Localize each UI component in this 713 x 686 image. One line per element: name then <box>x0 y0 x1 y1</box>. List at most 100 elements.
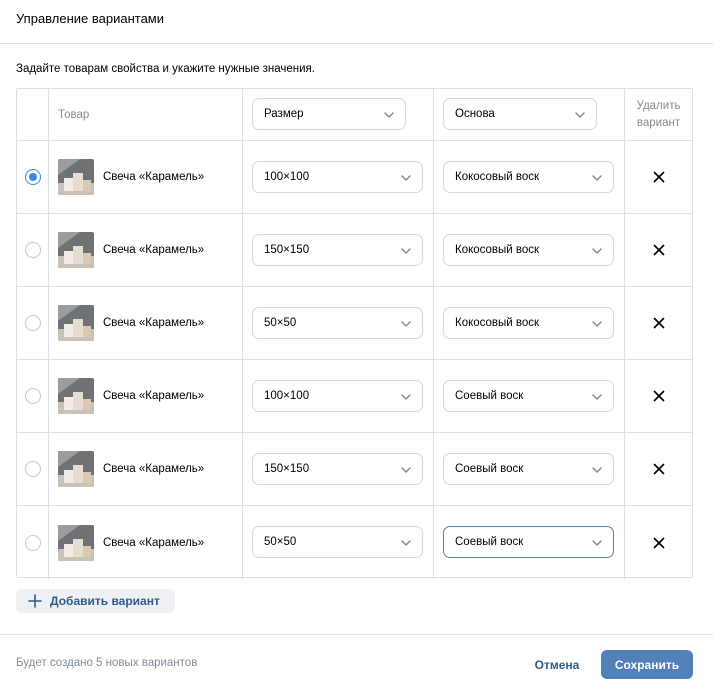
base-select[interactable]: Кокосовый воск <box>443 234 614 266</box>
header-delete-label: Удалить вариант <box>636 99 681 129</box>
row-product-cell: Свеча «Карамель» <box>49 214 243 287</box>
base-property-select[interactable]: Основа <box>443 98 597 130</box>
size-select[interactable]: 150×150 <box>252 234 423 266</box>
row-product-cell: Свеча «Карамель» <box>49 287 243 360</box>
row-delete-cell <box>625 360 692 433</box>
row-size-cell: 150×150 <box>243 433 434 506</box>
row-size-cell: 50×50 <box>243 506 434 579</box>
delete-variant-button[interactable] <box>625 317 692 329</box>
delete-variant-button[interactable] <box>625 390 692 402</box>
row-radio[interactable] <box>25 461 41 477</box>
chevron-down-icon <box>592 175 602 181</box>
row-delete-cell <box>625 287 692 360</box>
close-icon <box>653 244 664 256</box>
row-base-cell: Кокосовый воск <box>434 287 625 360</box>
product-name: Свеча «Карамель» <box>103 390 205 402</box>
delete-variant-button[interactable] <box>625 171 692 183</box>
add-variant-button[interactable]: Добавить вариант <box>16 589 175 613</box>
size-value: 100×100 <box>264 390 310 402</box>
chevron-down-icon <box>592 540 602 546</box>
size-value: 50×50 <box>264 536 297 548</box>
row-base-cell: Соевый воск <box>434 506 625 579</box>
close-icon <box>653 463 664 475</box>
row-radio[interactable] <box>25 169 41 185</box>
product-thumbnail <box>58 232 94 268</box>
product-name: Свеча «Карамель» <box>103 317 205 329</box>
dialog-footer: Будет создано 5 новых вариантов Отмена С… <box>0 634 713 686</box>
chevron-down-icon <box>384 112 394 118</box>
base-property-label: Основа <box>455 108 495 120</box>
row-product-cell: Свеча «Карамель» <box>49 360 243 433</box>
product-name: Свеча «Карамель» <box>103 171 205 183</box>
row-size-cell: 100×100 <box>243 141 434 214</box>
chevron-down-icon <box>575 112 585 118</box>
row-base-cell: Кокосовый воск <box>434 214 625 287</box>
chevron-down-icon <box>592 467 602 473</box>
product-thumbnail <box>58 451 94 487</box>
close-icon <box>653 390 664 402</box>
chevron-down-icon <box>592 248 602 254</box>
header-product-label: Товар <box>58 108 90 121</box>
base-value: Кокосовый воск <box>455 171 540 183</box>
dialog-title: Управление вариантами <box>16 11 165 26</box>
delete-variant-button[interactable] <box>625 537 692 549</box>
row-select-cell <box>17 433 49 506</box>
row-product-cell: Свеча «Карамель» <box>49 506 243 579</box>
row-delete-cell <box>625 214 692 287</box>
chevron-down-icon <box>401 394 411 400</box>
row-radio[interactable] <box>25 242 41 258</box>
product-name: Свеча «Карамель» <box>103 463 205 475</box>
size-property-select[interactable]: Размер <box>252 98 406 130</box>
row-delete-cell <box>625 141 692 214</box>
product-thumbnail <box>58 159 94 195</box>
base-select[interactable]: Соевый воск <box>443 526 614 558</box>
row-size-cell: 100×100 <box>243 360 434 433</box>
size-select[interactable]: 100×100 <box>252 380 423 412</box>
row-radio[interactable] <box>25 315 41 331</box>
save-button[interactable]: Сохранить <box>601 650 693 679</box>
size-value: 150×150 <box>264 463 310 475</box>
close-icon <box>653 171 664 183</box>
row-delete-cell <box>625 433 692 506</box>
chevron-down-icon <box>592 394 602 400</box>
row-product-cell: Свеча «Карамель» <box>49 141 243 214</box>
row-radio[interactable] <box>25 534 41 551</box>
chevron-down-icon <box>592 321 602 327</box>
size-property-label: Размер <box>264 108 304 120</box>
base-value: Соевый воск <box>455 536 524 548</box>
size-value: 150×150 <box>264 244 310 256</box>
base-select[interactable]: Соевый воск <box>443 453 614 485</box>
size-value: 100×100 <box>264 171 310 183</box>
row-size-cell: 50×50 <box>243 287 434 360</box>
base-select[interactable]: Кокосовый воск <box>443 307 614 339</box>
row-select-cell <box>17 141 49 214</box>
size-select[interactable]: 100×100 <box>252 161 423 193</box>
row-select-cell <box>17 214 49 287</box>
delete-variant-button[interactable] <box>625 244 692 256</box>
cancel-button[interactable]: Отмена <box>526 652 588 678</box>
dialog-hint: Задайте товарам свойства и укажите нужны… <box>16 63 315 75</box>
product-name: Свеча «Карамель» <box>103 536 205 549</box>
header-delete: Удалить вариант <box>625 89 692 141</box>
product-name: Свеча «Карамель» <box>103 244 205 256</box>
chevron-down-icon <box>401 248 411 254</box>
size-select[interactable]: 50×50 <box>252 526 423 558</box>
base-select[interactable]: Соевый воск <box>443 380 614 412</box>
row-base-cell: Соевый воск <box>434 433 625 506</box>
size-select[interactable]: 50×50 <box>252 307 423 339</box>
row-base-cell: Соевый воск <box>434 360 625 433</box>
base-select[interactable]: Кокосовый воск <box>443 161 614 193</box>
row-base-cell: Кокосовый воск <box>434 141 625 214</box>
plus-icon <box>28 594 42 608</box>
footer-note: Будет создано 5 новых вариантов <box>16 657 198 669</box>
header-size: Размер <box>243 89 434 141</box>
size-select[interactable]: 150×150 <box>252 453 423 485</box>
chevron-down-icon <box>401 321 411 327</box>
size-value: 50×50 <box>264 317 297 329</box>
row-radio[interactable] <box>25 388 41 404</box>
row-size-cell: 150×150 <box>243 214 434 287</box>
delete-variant-button[interactable] <box>625 463 692 475</box>
row-select-cell <box>17 506 49 579</box>
header-base: Основа <box>434 89 625 141</box>
close-icon <box>653 537 664 548</box>
